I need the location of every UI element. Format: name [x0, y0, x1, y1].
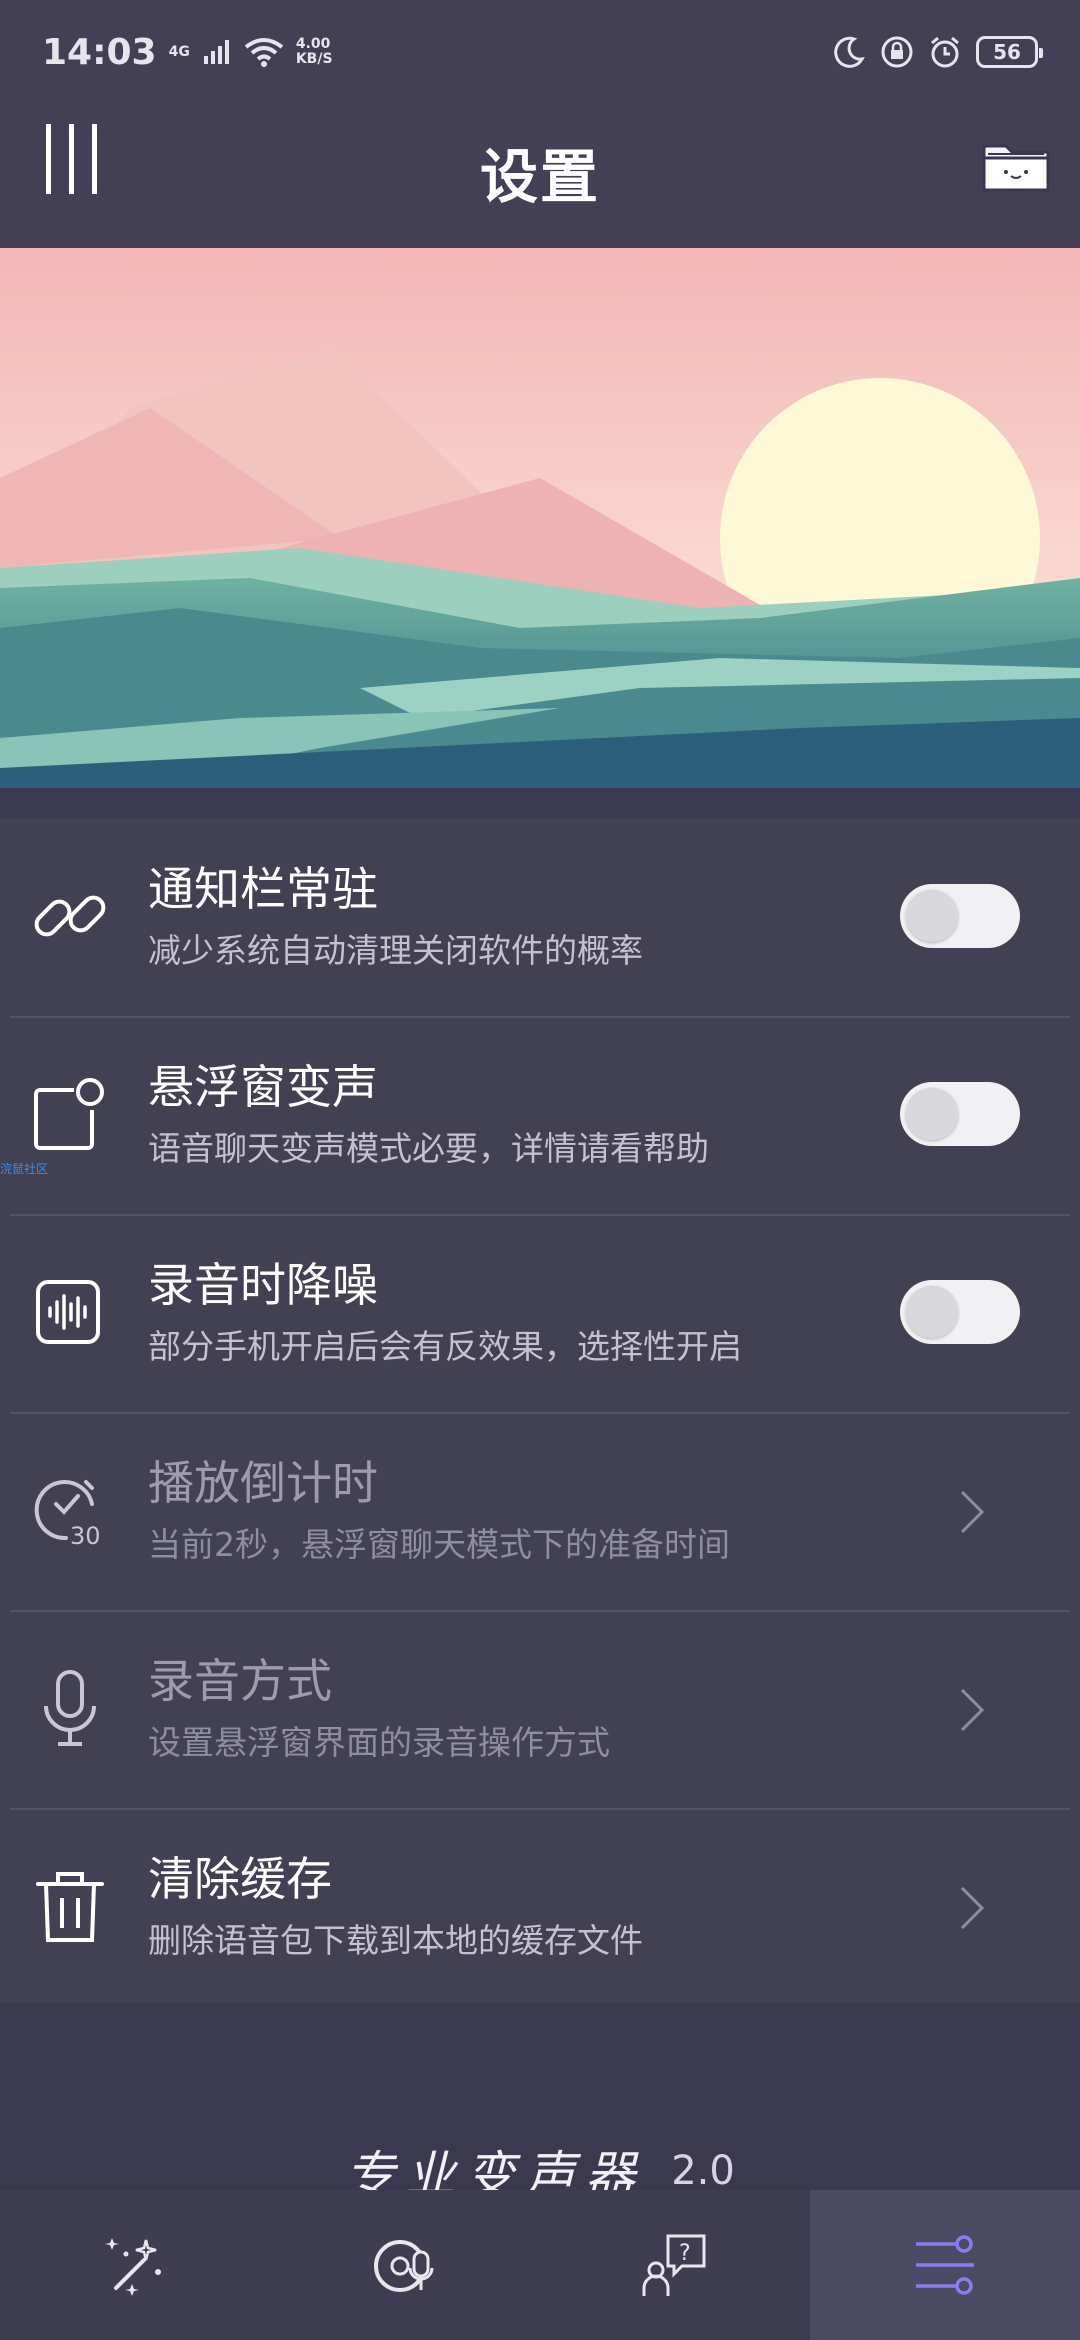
signal-icon — [203, 40, 229, 64]
setting-title: 录音方式 — [148, 1654, 332, 1708]
folder-icon[interactable] — [980, 132, 1052, 196]
settings-sliders-icon — [916, 2235, 974, 2295]
setting-recording-mode[interactable]: 录音方式 设置悬浮窗界面的录音操作方式 — [0, 1610, 1080, 1808]
watermark-text: 浣鼠社区 — [0, 1162, 49, 1176]
setting-subtitle: 当前2秒，悬浮窗聊天模式下的准备时间 — [148, 1525, 730, 1564]
moon-icon — [834, 36, 865, 68]
setting-subtitle: 设置悬浮窗界面的录音操作方式 — [148, 1723, 610, 1762]
setting-notification-persistent[interactable]: 通知栏常驻 减少系统自动清理关闭软件的概率 — [0, 818, 1080, 1016]
notification-persistent-toggle[interactable] — [900, 884, 1020, 948]
network-speed: 4.00 KB/S — [296, 37, 333, 67]
chevron-right-icon[interactable] — [958, 1488, 986, 1536]
status-bar: 14:03 4G 4.00 KB/S 56 — [0, 0, 1080, 104]
app-bar: 设置 — [0, 104, 1080, 248]
help-chat-icon: ? — [642, 2234, 706, 2296]
magic-wand-icon — [105, 2238, 161, 2296]
nav-item-voice-effects[interactable] — [0, 2190, 270, 2340]
setting-subtitle: 减少系统自动清理关闭软件的概率 — [148, 931, 643, 970]
nav-item-settings[interactable] — [810, 2190, 1080, 2340]
setting-playback-countdown[interactable]: 30 播放倒计时 当前2秒，悬浮窗聊天模式下的准备时间 — [0, 1412, 1080, 1610]
network-speed-value: 4.00 — [295, 36, 331, 52]
setting-noise-reduction[interactable]: 录音时降噪 部分手机开启后会有反效果，选择性开启 — [0, 1214, 1080, 1412]
waveform-icon — [36, 1280, 100, 1344]
setting-subtitle: 部分手机开启后会有反效果，选择性开启 — [148, 1327, 742, 1366]
setting-subtitle: 语音聊天变声模式必要，详情请看帮助 — [148, 1129, 709, 1168]
setting-subtitle: 删除语音包下载到本地的缓存文件 — [148, 1921, 643, 1960]
alarm-icon — [931, 36, 959, 68]
setting-text: 清除缓存 删除语音包下载到本地的缓存文件 — [148, 1848, 868, 1968]
bottom-nav: ? — [0, 2190, 1080, 2340]
link-icon — [34, 895, 106, 937]
status-time: 14:03 — [42, 31, 157, 73]
setting-text: 录音方式 设置悬浮窗界面的录音操作方式 — [148, 1650, 868, 1770]
wifi-icon — [244, 38, 284, 67]
setting-text: 录音时降噪 部分手机开启后会有反效果，选择性开启 — [148, 1254, 868, 1374]
setting-title: 播放倒计时 — [148, 1456, 378, 1510]
setting-text: 播放倒计时 当前2秒，悬浮窗聊天模式下的准备时间 — [148, 1452, 868, 1572]
battery-icon: 56 — [976, 36, 1043, 68]
svg-text:30: 30 — [70, 1522, 101, 1550]
voice-disc-icon — [374, 2240, 434, 2292]
setting-title: 通知栏常驻 — [148, 862, 378, 916]
setting-title: 录音时降噪 — [148, 1258, 378, 1312]
timer-icon: 30 — [34, 1480, 101, 1550]
network-speed-unit: KB/S — [295, 51, 333, 67]
brand-version: 2.0 — [671, 2148, 735, 2194]
setting-title: 悬浮窗变声 — [148, 1060, 378, 1114]
setting-floating-window-voice[interactable]: 悬浮窗变声 语音聊天变声模式必要，详情请看帮助 — [0, 1016, 1080, 1214]
toggle-knob — [906, 1286, 958, 1338]
network-type: 4G — [168, 43, 190, 60]
microphone-icon — [44, 1670, 96, 1746]
status-right: 56 — [832, 35, 1043, 69]
setting-title: 清除缓存 — [148, 1852, 332, 1906]
floating-window-icon — [34, 1078, 104, 1150]
noise-reduction-toggle[interactable] — [900, 1280, 1020, 1344]
nav-item-help[interactable]: ? — [540, 2190, 810, 2340]
toggle-knob — [906, 890, 958, 942]
floating-window-voice-toggle[interactable] — [900, 1082, 1020, 1146]
status-left: 14:03 4G 4.00 KB/S — [42, 32, 333, 73]
chevron-right-icon[interactable] — [958, 1686, 986, 1734]
toggle-knob — [906, 1088, 958, 1140]
banner-illustration — [0, 248, 1080, 788]
nav-item-voice-packs[interactable] — [270, 2190, 540, 2340]
setting-text: 悬浮窗变声 语音聊天变声模式必要，详情请看帮助 — [148, 1056, 868, 1176]
chevron-right-icon[interactable] — [958, 1884, 986, 1932]
trash-icon — [36, 1872, 104, 1942]
lock-icon — [881, 36, 913, 68]
setting-text: 通知栏常驻 减少系统自动清理关闭软件的概率 — [148, 858, 868, 978]
setting-clear-cache[interactable]: 清除缓存 删除语音包下载到本地的缓存文件 — [0, 1808, 1080, 2006]
page-title: 设置 — [479, 143, 600, 211]
settings-list: 通知栏常驻 减少系统自动清理关闭软件的概率 悬浮窗变声 语音聊天变声模式必要，详… — [0, 818, 1080, 2002]
svg-text:?: ? — [679, 2241, 691, 2266]
